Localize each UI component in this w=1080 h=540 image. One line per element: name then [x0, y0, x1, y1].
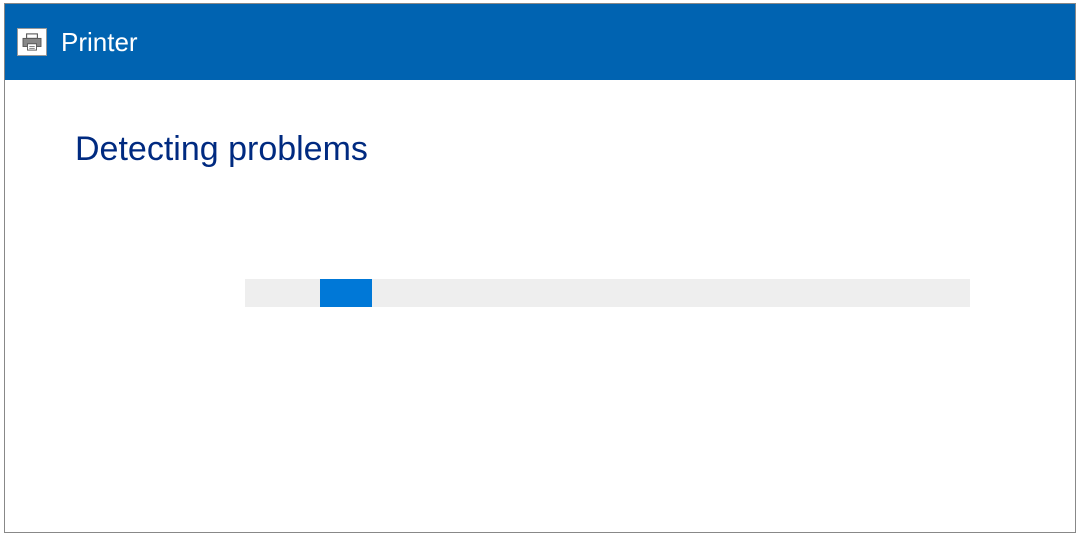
- progress-bar: [245, 279, 970, 307]
- printer-icon: [17, 28, 47, 56]
- window-title: Printer: [61, 27, 138, 58]
- content-area: Detecting problems: [5, 80, 1075, 532]
- status-heading: Detecting problems: [75, 130, 1005, 169]
- titlebar: Printer: [5, 4, 1075, 80]
- progress-indicator: [320, 279, 372, 307]
- printer-icon-svg: [21, 33, 43, 51]
- troubleshooter-window: Printer Detecting problems: [4, 3, 1076, 533]
